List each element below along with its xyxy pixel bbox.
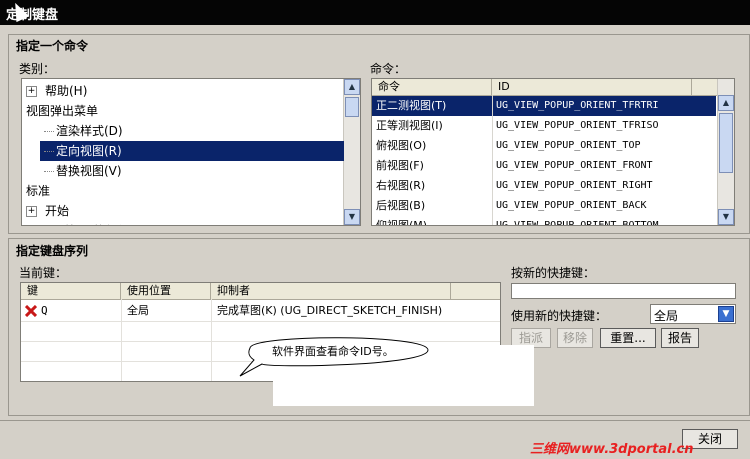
use-new-shortcut-label: 使用新的快捷键： xyxy=(511,309,608,323)
grid-col-1 xyxy=(121,299,122,381)
category-item[interactable]: 标准 xyxy=(22,181,344,201)
category-item[interactable]: 替换视图(V) xyxy=(40,161,360,181)
command-id: UG_VIEW_POPUP_ORIENT_BACK xyxy=(496,200,647,211)
command-row[interactable]: 后视图(B) UG_VIEW_POPUP_ORIENT_BACK xyxy=(372,196,716,216)
command-row[interactable]: 右视图(R) UG_VIEW_POPUP_ORIENT_RIGHT xyxy=(372,176,716,196)
category-label: 开始 xyxy=(45,204,70,218)
key-cell: Q xyxy=(41,304,48,317)
category-label: 标准 xyxy=(26,184,51,198)
tree-connector xyxy=(44,151,54,152)
report-button[interactable]: 报告 xyxy=(661,328,699,348)
command-name: 正二测视图(T) xyxy=(376,99,447,112)
keys-table-header: 键 使用位置 抑制者 xyxy=(21,283,500,300)
category-label: 替换视图(V) xyxy=(56,164,122,178)
title-bar[interactable]: 定制键盘 xyxy=(0,0,750,25)
scroll-down-icon[interactable]: ▼ xyxy=(344,209,360,225)
command-name: 后视图(B) xyxy=(376,199,426,212)
command-row[interactable]: 俯视图(O) UG_VIEW_POPUP_ORIENT_TOP xyxy=(372,136,716,156)
tree-connector xyxy=(44,171,54,172)
new-shortcut-label: 按新的快捷键： xyxy=(511,266,596,280)
category-label: 视图弹出菜单 xyxy=(26,104,99,118)
remove-button[interactable]: 移除 xyxy=(557,328,593,348)
command-name: 右视图(R) xyxy=(376,179,426,192)
command-column-separator xyxy=(492,95,493,225)
category-label: 帮助(H) xyxy=(45,84,88,98)
command-name: 俯视图(O) xyxy=(376,139,427,152)
column-id[interactable]: ID xyxy=(492,79,692,95)
location-cell: 全局 xyxy=(127,304,149,317)
red-x-icon xyxy=(25,305,37,317)
category-item[interactable]: + 开始 xyxy=(22,201,344,221)
command-id: UG_VIEW_POPUP_ORIENT_TFRISO xyxy=(496,120,659,131)
command-id: UG_VIEW_POPUP_ORIENT_TFRTRI xyxy=(496,100,659,111)
scroll-up-icon[interactable]: ▲ xyxy=(344,79,360,95)
watermark-text: 三维网www.3dportal.cn xyxy=(530,442,694,457)
tree-connector xyxy=(44,131,54,132)
expand-icon[interactable]: + xyxy=(26,86,37,97)
column-location[interactable]: 使用位置 xyxy=(121,283,211,299)
command-row[interactable]: 仰视图(M) UG_VIEW_POPUP_ORIENT_BOTTOM xyxy=(372,216,716,226)
command-name: 仰视图(M) xyxy=(376,219,428,226)
scope-select-value: 全局 xyxy=(654,309,679,323)
callout-text: 软件界面查看命令ID号。 xyxy=(272,345,394,358)
new-shortcut-input[interactable] xyxy=(511,283,736,299)
command-id: UG_VIEW_POPUP_ORIENT_TOP xyxy=(496,140,641,151)
scroll-thumb[interactable] xyxy=(345,97,359,117)
scroll-thumb[interactable] xyxy=(719,113,733,173)
category-item[interactable]: + 帮助(H) xyxy=(22,81,344,101)
command-list[interactable]: 命令 ID ▲ ▼ 正二测视图(T) UG_VIEW_POPUP_ORIENT_T… xyxy=(371,78,735,226)
column-command[interactable]: 命令 xyxy=(372,79,492,95)
scroll-down-icon[interactable]: ▼ xyxy=(718,209,734,225)
command-label: 命令： xyxy=(370,62,407,76)
category-item[interactable]: 视图弹出菜单 xyxy=(22,101,344,121)
category-scrollbar[interactable]: ▲ ▼ xyxy=(343,79,360,225)
command-list-header: 命令 ID xyxy=(372,79,718,96)
table-row[interactable]: Q 全局 完成草图(K) (UG_DIRECT_SKETCH_FINISH) xyxy=(21,301,500,322)
column-suppressed[interactable]: 抑制者 xyxy=(211,283,451,299)
chevron-down-icon[interactable]: ▼ xyxy=(718,306,734,322)
command-name: 前视图(F) xyxy=(376,159,424,172)
category-label: 类别： xyxy=(19,62,56,76)
command-id: UG_VIEW_POPUP_ORIENT_FRONT xyxy=(496,160,653,171)
column-key[interactable]: 键 xyxy=(21,283,121,299)
command-id: UG_VIEW_POPUP_ORIENT_RIGHT xyxy=(496,180,653,191)
scroll-up-icon[interactable]: ▲ xyxy=(718,95,734,111)
grid-col-2 xyxy=(211,299,212,381)
category-tree[interactable]: ▲ ▼ + 帮助(H) 视图弹出菜单渲染样式(D) 定向视图(R) 替换视图(V) 标准 +… xyxy=(21,78,361,226)
command-name: 正等测视图(I) xyxy=(376,119,443,132)
footer-separator xyxy=(0,420,750,421)
key-sequence-title: 指定键盘序列 xyxy=(16,244,89,258)
reset-button[interactable]: 重置... xyxy=(600,328,656,348)
category-item[interactable]: 定向视图(R) xyxy=(40,141,344,161)
category-item[interactable]: +最近打开的部件(R) xyxy=(22,221,344,225)
current-keys-label: 当前键： xyxy=(19,266,68,280)
command-row[interactable]: 正等测视图(I) UG_VIEW_POPUP_ORIENT_TFRISO xyxy=(372,116,716,136)
category-item[interactable]: 渲染样式(D) xyxy=(40,121,360,141)
assign-command-title: 指定一个命令 xyxy=(16,39,89,53)
command-scrollbar[interactable]: ▲ ▼ xyxy=(717,79,734,225)
category-label: 渲染样式(D) xyxy=(56,124,123,138)
scope-select[interactable]: 全局 ▼ xyxy=(650,304,736,324)
command-id: UG_VIEW_POPUP_ORIENT_BOTTOM xyxy=(496,220,659,226)
category-label: 最近打开的部件(R) xyxy=(45,224,147,225)
expand-icon[interactable]: + xyxy=(26,206,37,217)
command-row[interactable]: 正二测视图(T) UG_VIEW_POPUP_ORIENT_TFRTRI xyxy=(372,96,716,116)
command-row[interactable]: 前视图(F) UG_VIEW_POPUP_ORIENT_FRONT xyxy=(372,156,716,176)
category-label: 定向视图(R) xyxy=(56,144,122,158)
suppressed-cell: 完成草图(K) (UG_DIRECT_SKETCH_FINISH) xyxy=(217,304,443,317)
